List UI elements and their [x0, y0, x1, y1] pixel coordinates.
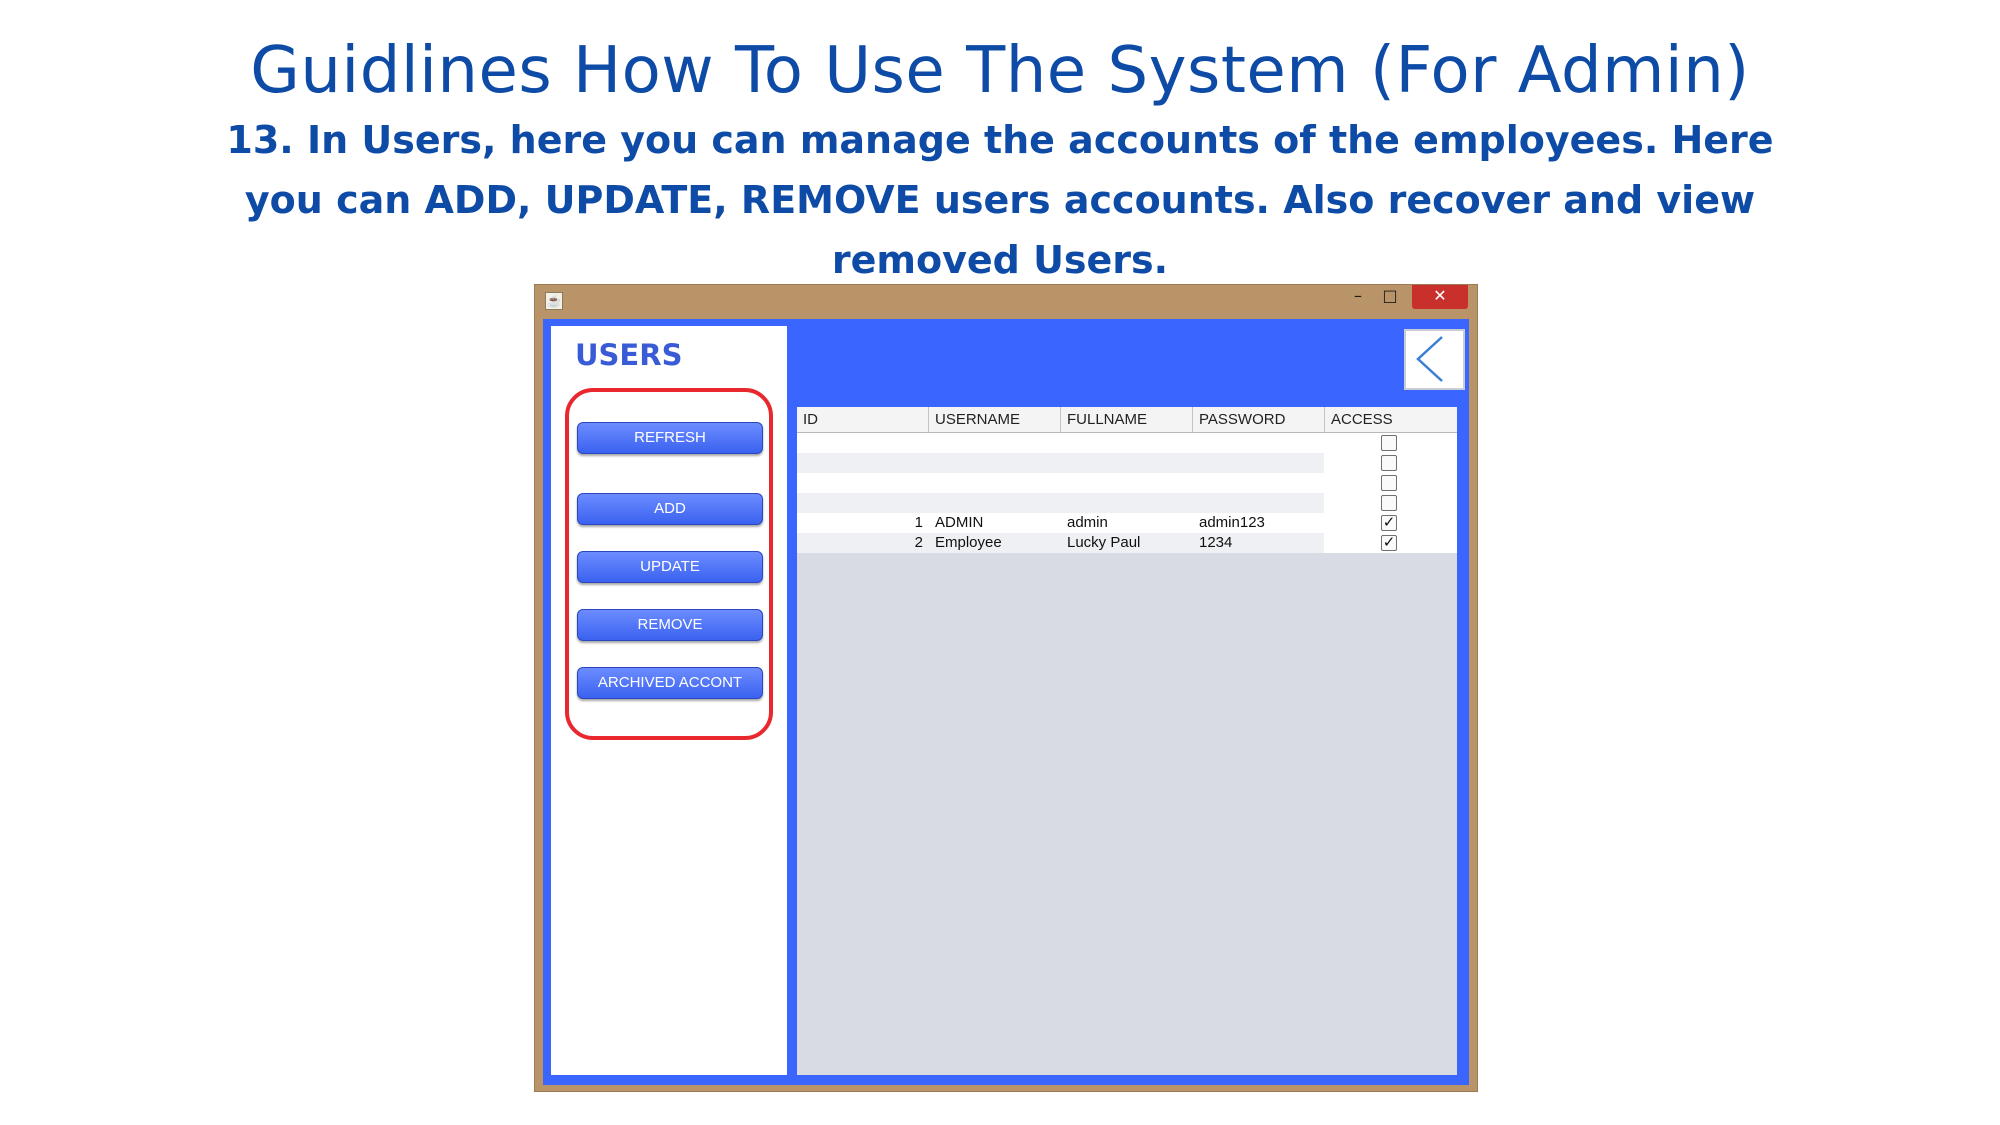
- table-row[interactable]: [797, 433, 1457, 453]
- close-button[interactable]: ✕: [1412, 285, 1468, 309]
- column-header-access[interactable]: ACCESS: [1325, 407, 1457, 432]
- table-header: ID USERNAME FULLNAME PASSWORD ACCESS: [797, 407, 1457, 433]
- content-area: USERS REFRESH ADD UPDATE REMOVE ARCHIVED…: [543, 319, 1469, 1085]
- access-checkbox[interactable]: [1381, 495, 1397, 511]
- column-header-fullname[interactable]: FULLNAME: [1061, 407, 1193, 432]
- table-body: 1 ADMIN admin admin123 ✓ 2 Employee Luck…: [797, 433, 1457, 553]
- remove-button[interactable]: REMOVE: [577, 609, 763, 641]
- cell-id: 2: [914, 534, 923, 551]
- cell-username: Employee: [935, 534, 1002, 551]
- access-checkbox[interactable]: ✓: [1381, 535, 1397, 551]
- window-titlebar[interactable]: ☕ – □ ✕: [535, 285, 1477, 317]
- users-table: ID USERNAME FULLNAME PASSWORD ACCESS 1 A…: [797, 407, 1457, 1075]
- cell-id: 1: [914, 514, 923, 531]
- panel-title: USERS: [575, 338, 683, 372]
- archived-account-button[interactable]: ARCHIVED ACCONT: [577, 667, 763, 699]
- table-row[interactable]: [797, 473, 1457, 493]
- column-header-username[interactable]: USERNAME: [929, 407, 1061, 432]
- access-checkbox[interactable]: [1381, 455, 1397, 471]
- maximize-button[interactable]: □: [1375, 285, 1405, 309]
- update-button[interactable]: UPDATE: [577, 551, 763, 583]
- cell-fullname: admin: [1067, 514, 1108, 531]
- slide-title: Guidlines How To Use The System (For Adm…: [250, 34, 1750, 108]
- chevron-left-icon: [1416, 336, 1443, 382]
- back-button[interactable]: [1404, 329, 1465, 390]
- users-window: ☕ – □ ✕ USERS REFRESH ADD UPDATE REMOVE …: [534, 284, 1478, 1092]
- table-row[interactable]: 2 Employee Lucky Paul 1234 ✓: [797, 533, 1457, 553]
- access-checkbox[interactable]: [1381, 435, 1397, 451]
- minimize-button[interactable]: –: [1343, 285, 1373, 309]
- table-row[interactable]: 1 ADMIN admin admin123 ✓: [797, 513, 1457, 533]
- users-sidebar: USERS REFRESH ADD UPDATE REMOVE ARCHIVED…: [551, 326, 787, 1075]
- refresh-button[interactable]: REFRESH: [577, 422, 763, 454]
- slide-description: 13. In Users, here you can manage the ac…: [226, 118, 1774, 282]
- cell-password: admin123: [1199, 514, 1265, 531]
- column-header-id[interactable]: ID: [797, 407, 929, 432]
- table-row[interactable]: [797, 493, 1457, 513]
- java-app-icon: ☕: [545, 292, 563, 310]
- cell-password: 1234: [1199, 534, 1233, 551]
- access-checkbox[interactable]: [1381, 475, 1397, 491]
- cell-username: ADMIN: [935, 514, 984, 531]
- column-header-password[interactable]: PASSWORD: [1193, 407, 1325, 432]
- cell-fullname: Lucky Paul: [1067, 534, 1141, 551]
- table-row[interactable]: [797, 453, 1457, 473]
- add-button[interactable]: ADD: [577, 493, 763, 525]
- access-checkbox[interactable]: ✓: [1381, 515, 1397, 531]
